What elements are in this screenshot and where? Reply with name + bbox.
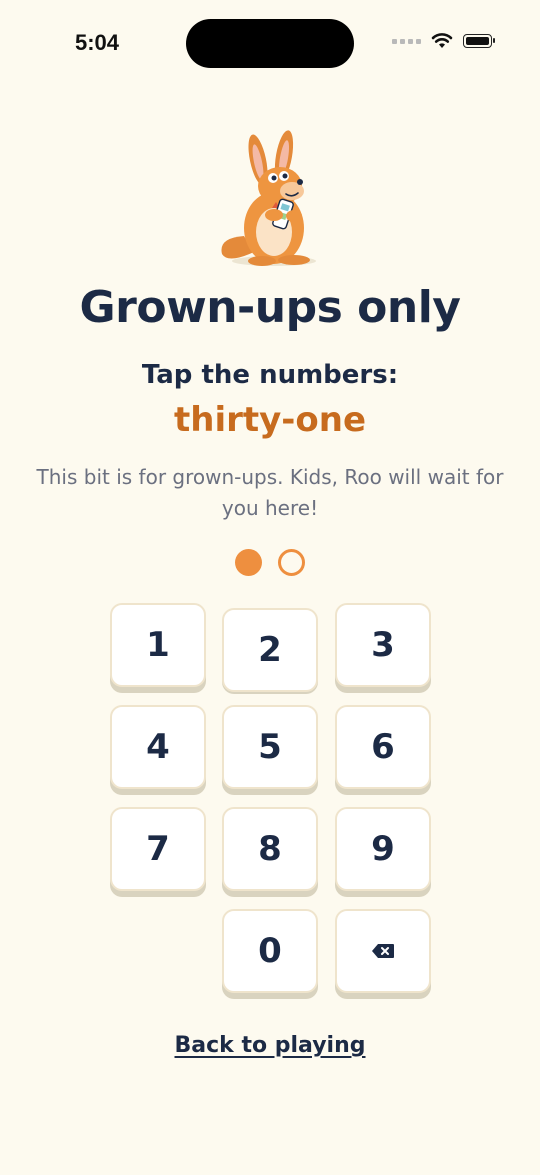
grown-ups-note: This bit is for grown-ups. Kids, Roo wil… <box>36 465 504 520</box>
key-7[interactable]: 7 <box>110 807 206 891</box>
cellular-signal-icon <box>392 38 421 44</box>
key-0[interactable]: 0 <box>222 909 318 993</box>
dynamic-island <box>186 19 354 68</box>
back-to-playing-link[interactable]: Back to playing <box>175 1033 366 1058</box>
key-6[interactable]: 6 <box>335 705 431 789</box>
key-4[interactable]: 4 <box>110 705 206 789</box>
key-8[interactable]: 8 <box>222 807 318 891</box>
page-title: Grown-ups only <box>79 282 461 333</box>
instruction-text: Tap the numbers: <box>141 360 399 390</box>
target-number: thirty-one <box>173 400 367 440</box>
key-1[interactable]: 1 <box>110 603 206 687</box>
key-2[interactable]: 2 <box>222 608 318 692</box>
wifi-icon <box>431 33 453 48</box>
battery-icon <box>463 34 495 48</box>
status-bar: 5:04 <box>0 0 540 90</box>
kangaroo-mascot-icon <box>221 130 316 266</box>
status-icons <box>392 33 495 49</box>
entry-progress <box>235 549 305 576</box>
key-9[interactable]: 9 <box>335 807 431 891</box>
backspace-icon <box>372 944 394 958</box>
key-5[interactable]: 5 <box>222 705 318 789</box>
progress-dot-filled <box>235 549 262 576</box>
progress-dot-empty <box>278 549 305 576</box>
key-3[interactable]: 3 <box>335 603 431 687</box>
status-time: 5:04 <box>75 30 120 55</box>
backspace-button[interactable] <box>335 909 431 993</box>
back-to-playing-container: Back to playing <box>0 1033 540 1058</box>
